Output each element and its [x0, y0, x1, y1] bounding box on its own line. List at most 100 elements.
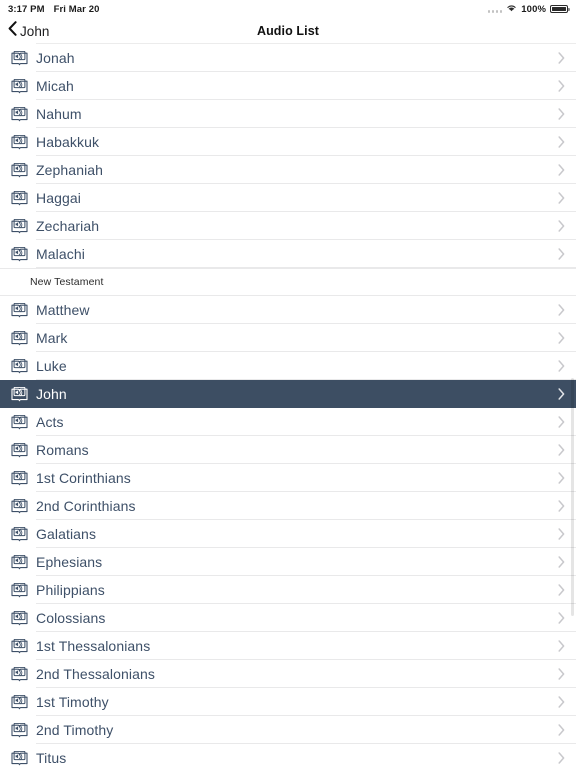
list-item[interactable]: Haggai [0, 184, 576, 212]
audio-book-icon [0, 750, 36, 766]
audio-book-icon [0, 526, 36, 542]
battery-full-icon [550, 4, 570, 14]
audio-book-icon [0, 582, 36, 598]
list-item-label: Zechariah [36, 218, 100, 234]
audio-book-icon [0, 330, 36, 346]
back-button[interactable]: John [8, 18, 49, 44]
chevron-right-icon[interactable] [558, 80, 565, 92]
list-item[interactable]: Titus [0, 744, 576, 768]
status-time: 3:17 PM [8, 3, 45, 15]
list-item-label: John [36, 386, 67, 402]
list-item-label: 1st Timothy [36, 694, 109, 710]
list-item[interactable]: Zephaniah [0, 156, 576, 184]
list-item[interactable]: Philippians [0, 576, 576, 604]
chevron-right-icon[interactable] [558, 500, 565, 512]
battery-percent-label: 100% [521, 3, 546, 15]
chevron-right-icon[interactable] [558, 108, 565, 120]
signal-dots-icon [487, 6, 503, 13]
list-item-label: 2nd Timothy [36, 722, 114, 738]
list-item[interactable]: Habakkuk [0, 128, 576, 156]
chevron-right-icon[interactable] [558, 248, 565, 260]
list-item-label: Jonah [36, 50, 75, 66]
chevron-right-icon[interactable] [558, 584, 565, 596]
audio-book-icon [0, 246, 36, 262]
chevron-right-icon[interactable] [558, 52, 565, 64]
chevron-right-icon[interactable] [558, 388, 565, 400]
status-bar: 3:17 PM Fri Mar 20 100% [0, 0, 576, 18]
page-title: Audio List [256, 24, 320, 38]
audio-list-screen: 3:17 PM Fri Mar 20 100% John Audio List … [0, 0, 576, 768]
chevron-right-icon[interactable] [558, 416, 565, 428]
section-header-new-testament: New Testament [0, 268, 576, 296]
list-item[interactable]: 1st Timothy [0, 688, 576, 716]
chevron-right-icon[interactable] [558, 304, 565, 316]
list-item[interactable]: Mark [0, 324, 576, 352]
vertical-scrollbar[interactable] [571, 378, 574, 616]
chevron-right-icon[interactable] [558, 332, 565, 344]
list-item-label: 1st Thessalonians [36, 638, 151, 654]
list-item[interactable]: 1st Thessalonians [0, 632, 576, 660]
audio-book-list[interactable]: Jonah Micah Nahum Habakkuk Zephaniah Haggai Ze… [0, 44, 576, 768]
audio-book-icon [0, 442, 36, 458]
chevron-right-icon[interactable] [558, 724, 565, 736]
audio-book-icon [0, 414, 36, 430]
list-item-label: 1st Corinthians [36, 470, 131, 486]
audio-book-icon [0, 358, 36, 374]
list-item[interactable]: Malachi [0, 240, 576, 268]
list-item-label: Luke [36, 358, 67, 374]
list-item-label: Acts [36, 414, 64, 430]
list-item[interactable]: Matthew [0, 296, 576, 324]
chevron-right-icon[interactable] [558, 752, 565, 764]
chevron-right-icon[interactable] [558, 444, 565, 456]
list-item[interactable]: Jonah [0, 44, 576, 72]
wifi-icon [506, 4, 517, 15]
chevron-right-icon[interactable] [558, 640, 565, 652]
chevron-right-icon[interactable] [558, 528, 565, 540]
audio-book-icon [0, 722, 36, 738]
list-item[interactable]: Micah [0, 72, 576, 100]
chevron-right-icon[interactable] [558, 192, 565, 204]
chevron-right-icon[interactable] [558, 360, 565, 372]
chevron-right-icon[interactable] [558, 556, 565, 568]
navigation-bar: John Audio List [0, 18, 576, 44]
chevron-right-icon[interactable] [558, 220, 565, 232]
chevron-right-icon[interactable] [558, 136, 565, 148]
chevron-right-icon[interactable] [558, 612, 565, 624]
audio-book-icon [0, 302, 36, 318]
list-item[interactable]: Romans [0, 436, 576, 464]
list-item[interactable]: 2nd Timothy [0, 716, 576, 744]
list-item[interactable]: 2nd Corinthians [0, 492, 576, 520]
chevron-right-icon[interactable] [558, 668, 565, 680]
audio-book-icon [0, 50, 36, 66]
audio-book-icon [0, 134, 36, 150]
list-item[interactable]: 2nd Thessalonians [0, 660, 576, 688]
audio-book-icon [0, 218, 36, 234]
back-button-label: John [20, 23, 50, 39]
list-item[interactable]: Acts [0, 408, 576, 436]
list-item-label: Mark [36, 330, 68, 346]
list-item-label: Nahum [36, 106, 82, 122]
audio-book-icon [0, 470, 36, 486]
chevron-right-icon[interactable] [558, 696, 565, 708]
list-item[interactable]: Galatians [0, 520, 576, 548]
list-item[interactable]: Luke [0, 352, 576, 380]
list-item[interactable]: Zechariah [0, 212, 576, 240]
list-item-label: Colossians [36, 610, 106, 626]
audio-book-icon [0, 162, 36, 178]
chevron-right-icon[interactable] [558, 164, 565, 176]
chevron-left-icon [8, 21, 17, 41]
list-item-label: Ephesians [36, 554, 103, 570]
list-item[interactable]: 1st Corinthians [0, 464, 576, 492]
list-item-label: Galatians [36, 526, 97, 542]
list-item[interactable]: Nahum [0, 100, 576, 128]
audio-book-icon [0, 106, 36, 122]
chevron-right-icon[interactable] [558, 472, 565, 484]
status-date: Fri Mar 20 [53, 3, 100, 15]
list-item-label: Matthew [36, 302, 90, 318]
list-item[interactable]: Ephesians [0, 548, 576, 576]
audio-book-icon [0, 638, 36, 654]
list-item-label: Malachi [36, 246, 85, 262]
list-item-selected[interactable]: John [0, 380, 576, 408]
audio-book-icon [0, 498, 36, 514]
list-item[interactable]: Colossians [0, 604, 576, 632]
